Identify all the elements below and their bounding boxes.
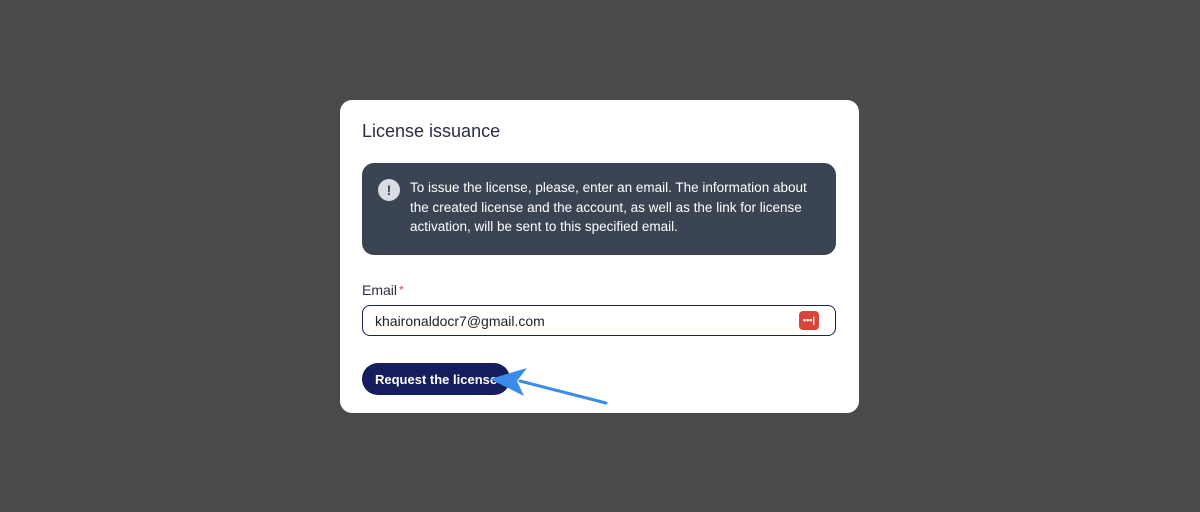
required-asterisk: * [399,283,404,297]
license-issuance-dialog: License issuance ! To issue the license,… [340,100,859,413]
info-banner: ! To issue the license, please, enter an… [362,163,836,255]
exclamation-icon: ! [378,179,400,201]
info-message: To issue the license, please, enter an e… [410,180,807,234]
email-input[interactable] [362,305,836,336]
page-backdrop: License issuance ! To issue the license,… [0,0,1200,512]
email-field-wrapper: •••| [362,305,836,336]
password-manager-icon[interactable]: •••| [799,311,819,330]
email-label: Email [362,282,398,298]
request-license-button[interactable]: Request the license [362,363,511,395]
email-label-row: Email * [362,282,837,298]
dialog-title: License issuance [362,121,501,141]
